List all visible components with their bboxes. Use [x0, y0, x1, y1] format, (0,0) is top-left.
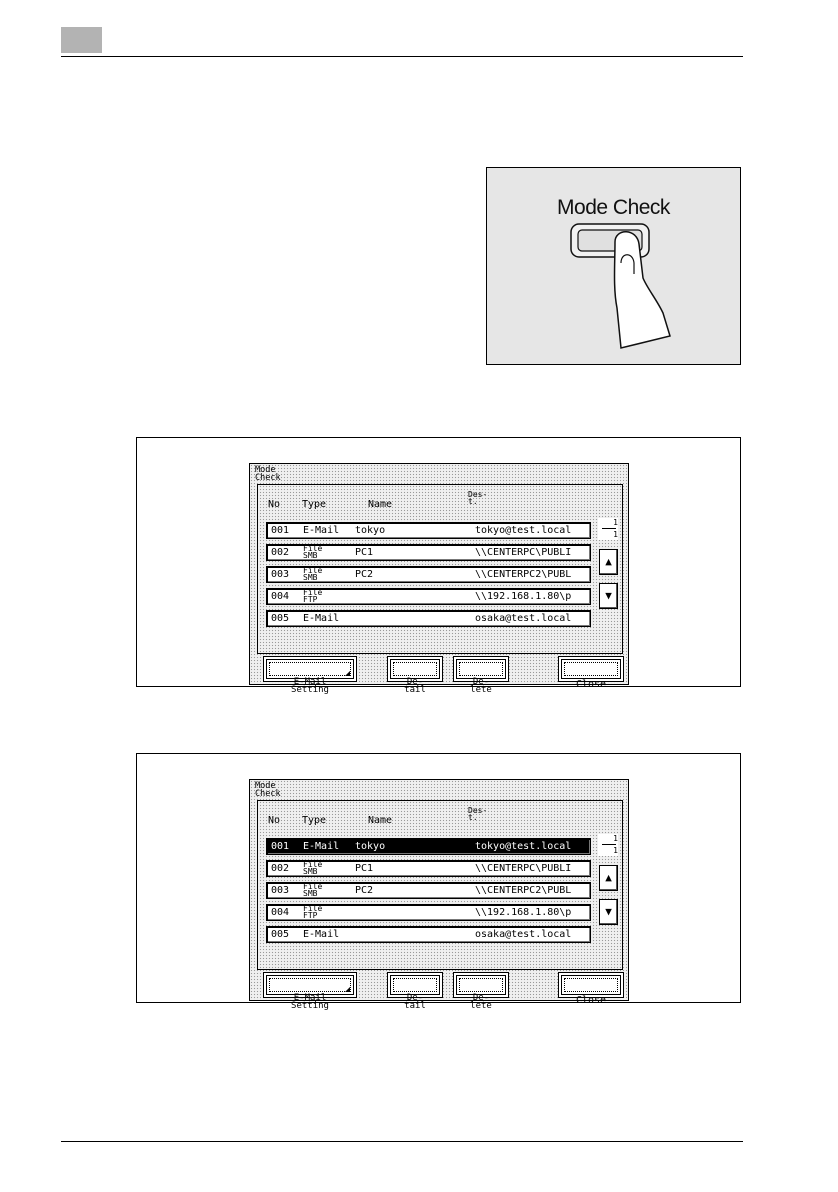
column-header-name: Name: [368, 815, 393, 826]
table-row[interactable]: 002 File SMB PC1 \\CENTERPC\PUBLI: [266, 544, 591, 561]
table-row[interactable]: 003 File SMB PC2 \\CENTERPC2\PUBL: [266, 882, 591, 899]
mode-check-screen: Mode Check No Type Name Des- t. 001 E-Ma…: [249, 779, 629, 1011]
page-current: 1: [613, 518, 618, 527]
row-type: E-Mail: [303, 929, 340, 940]
column-header-type: Type: [302, 815, 327, 826]
scroll-up-button[interactable]: ▲: [599, 549, 618, 575]
column-header-no: No: [268, 815, 281, 826]
column-header-dest: Des- t.: [468, 806, 488, 822]
screenshot-frame-1: Mode Check No Type Name Des- t. 001 E-Ma…: [136, 437, 741, 695]
delete-button[interactable]: De- lete: [456, 975, 506, 1011]
mode-check-key-photo: Mode Check: [486, 167, 741, 365]
row-name: tokyo: [355, 525, 386, 536]
page-divider: [602, 528, 616, 529]
row-dest: \\CENTERPC2\PUBL: [475, 885, 572, 896]
screenshot-frame-2: Mode Check No Type Name Des- t. 001 E-Ma…: [136, 753, 741, 1011]
table-row[interactable]: 003 File SMB PC2 \\CENTERPC2\PUBL: [266, 566, 591, 583]
row-no: 005: [271, 929, 290, 940]
chapter-tab: [61, 27, 102, 53]
row-type: E-Mail: [303, 525, 340, 536]
row-dest: \\CENTERPC2\PUBL: [475, 569, 572, 580]
row-type-bottom: FTP: [303, 595, 318, 604]
row-type-bottom: SMB: [303, 573, 318, 582]
row-name: tokyo: [355, 841, 386, 852]
row-dest: osaka@test.local: [475, 929, 572, 940]
scroll-down-button[interactable]: ▼: [599, 899, 618, 925]
column-header-no: No: [268, 499, 281, 510]
table-row-selected[interactable]: 001 E-Mail tokyo tokyo@test.local: [266, 838, 591, 855]
scroll-up-button[interactable]: ▲: [599, 865, 618, 891]
table-row[interactable]: 005 E-Mail osaka@test.local: [266, 926, 591, 943]
row-no: 001: [271, 841, 290, 852]
up-arrow-icon: ▲: [605, 871, 612, 884]
detail-button[interactable]: De- tail: [390, 659, 440, 695]
page-indicator: 1 1: [598, 834, 618, 856]
email-setting-button[interactable]: E-Mail Setting: [266, 975, 354, 1011]
job-list-panel: No Type Name Des- t. 001 E-Mail tokyo to…: [257, 484, 623, 654]
row-dest: osaka@test.local: [475, 613, 572, 624]
table-row[interactable]: 005 E-Mail osaka@test.local: [266, 610, 591, 627]
row-dest: \\CENTERPC\PUBLI: [475, 547, 572, 558]
row-no: 002: [271, 863, 290, 874]
mode-check-screen: Mode Check No Type Name Des- t. 001 E-Ma…: [249, 463, 629, 695]
page-current: 1: [613, 834, 618, 843]
row-no: 002: [271, 547, 290, 558]
email-setting-button[interactable]: E-Mail Setting: [266, 659, 354, 695]
job-list-panel: No Type Name Des- t. 001 E-Mail tokyo to…: [257, 800, 623, 970]
row-type-bottom: SMB: [303, 867, 318, 876]
row-dest: \\CENTERPC\PUBLI: [475, 863, 572, 874]
row-name: PC2: [355, 569, 374, 580]
row-dest: tokyo@test.local: [475, 841, 572, 852]
row-no: 004: [271, 591, 290, 602]
page-indicator: 1 1: [598, 518, 618, 540]
close-button[interactable]: Close: [561, 659, 621, 690]
row-type-bottom: SMB: [303, 551, 318, 560]
row-name: PC1: [355, 863, 374, 874]
row-no: 005: [271, 613, 290, 624]
screen-title: Mode Check: [255, 781, 281, 799]
close-button[interactable]: Close: [561, 975, 621, 1006]
column-header-dest: Des- t.: [468, 490, 488, 506]
row-no: 003: [271, 885, 290, 896]
screen-title: Mode Check: [255, 465, 281, 483]
table-row[interactable]: 001 E-Mail tokyo tokyo@test.local: [266, 522, 591, 539]
row-no: 001: [271, 525, 290, 536]
finger-press-icon: [570, 223, 671, 349]
column-header-name: Name: [368, 499, 393, 510]
row-type: E-Mail: [303, 841, 340, 852]
up-arrow-icon: ▲: [605, 555, 612, 568]
table-row[interactable]: 004 File FTP \\192.168.1.80\p: [266, 904, 591, 921]
row-name: PC2: [355, 885, 374, 896]
row-no: 003: [271, 569, 290, 580]
column-header-type: Type: [302, 499, 327, 510]
table-row[interactable]: 004 File FTP \\192.168.1.80\p: [266, 588, 591, 605]
page-total: 1: [613, 846, 618, 855]
row-dest: \\192.168.1.80\p: [475, 907, 572, 918]
row-type-bottom: FTP: [303, 911, 318, 920]
footer-rule: [61, 1141, 743, 1142]
header-rule: [61, 56, 743, 57]
row-type-bottom: SMB: [303, 889, 318, 898]
page-total: 1: [613, 530, 618, 539]
scroll-down-button[interactable]: ▼: [599, 583, 618, 609]
row-dest: \\192.168.1.80\p: [475, 591, 572, 602]
row-no: 004: [271, 907, 290, 918]
detail-button[interactable]: De- tail: [390, 975, 440, 1011]
delete-button[interactable]: De- lete: [456, 659, 506, 695]
page-divider: [602, 844, 616, 845]
down-arrow-icon: ▼: [605, 589, 612, 602]
table-row[interactable]: 002 File SMB PC1 \\CENTERPC\PUBLI: [266, 860, 591, 877]
row-type: E-Mail: [303, 613, 340, 624]
down-arrow-icon: ▼: [605, 905, 612, 918]
row-dest: tokyo@test.local: [475, 525, 572, 536]
row-name: PC1: [355, 547, 374, 558]
